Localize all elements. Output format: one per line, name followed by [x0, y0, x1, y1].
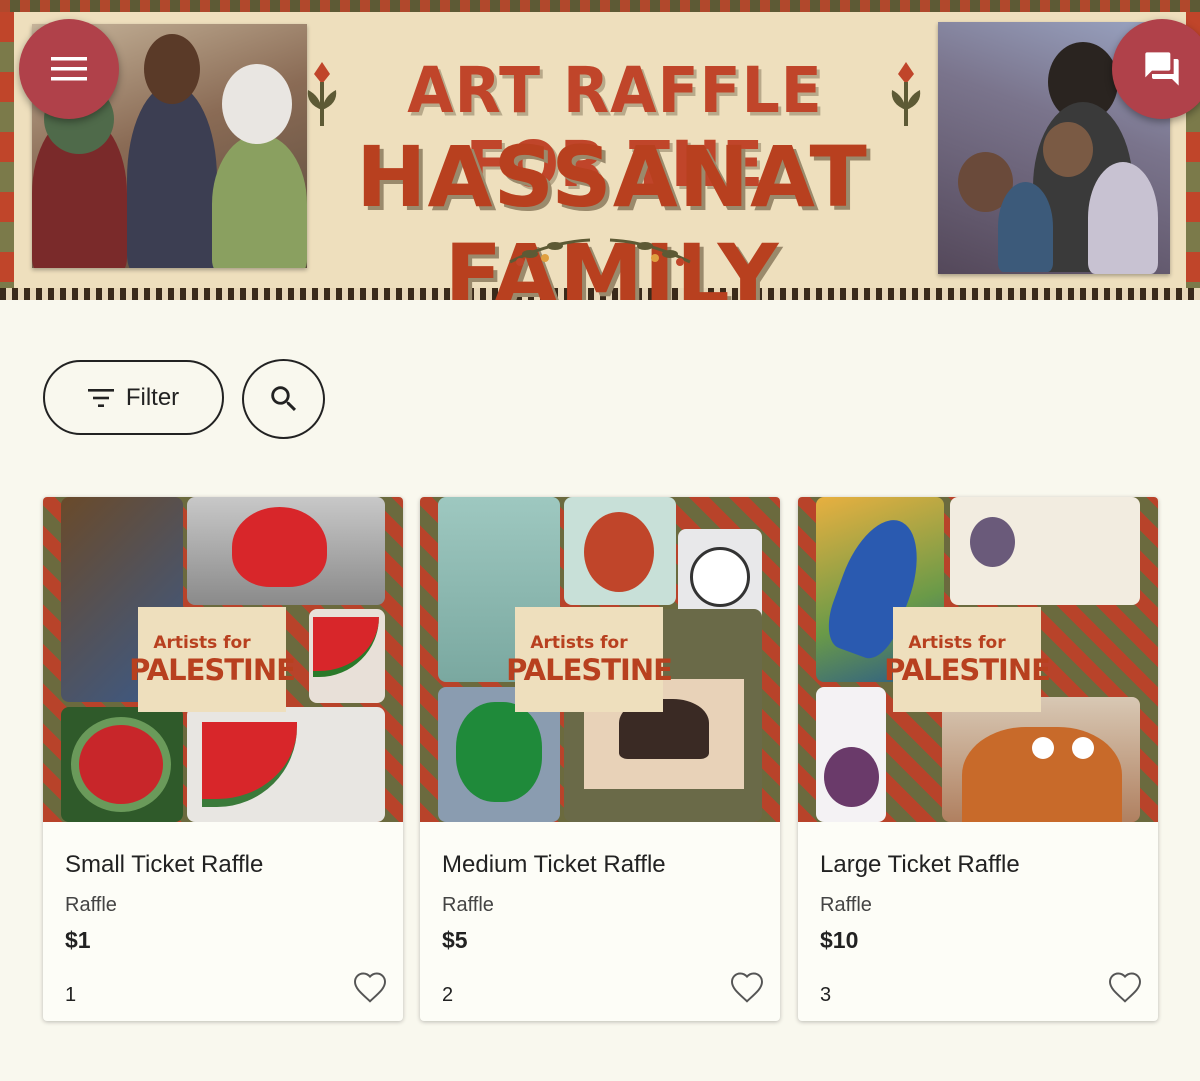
product-name: Small Ticket Raffle [65, 851, 264, 878]
product-image: Artists for PALESTINE [43, 497, 403, 822]
forum-icon [1145, 52, 1179, 86]
product-name: Large Ticket Raffle [820, 851, 1020, 878]
filter-label: Filter [125, 383, 180, 411]
product-card-medium-ticket[interactable]: Artists for PALESTINE Medium Ticket Raff… [420, 497, 780, 1021]
tulip-icon [891, 62, 921, 126]
sprig-icon [509, 238, 691, 266]
favorite-heart-icon[interactable] [352, 970, 388, 1004]
filter-button[interactable]: Filter [43, 360, 224, 435]
favorite-heart-icon[interactable] [729, 970, 765, 1004]
favorite-heart-icon[interactable] [1107, 970, 1143, 1004]
tulip-icon [307, 62, 337, 126]
product-number: 2 [442, 984, 454, 1006]
product-number: 1 [65, 984, 77, 1006]
product-price: $10 [820, 927, 859, 953]
artists-for-palestine-logo: Artists for PALESTINE [129, 607, 296, 712]
banner-pattern-top [0, 0, 1200, 12]
product-card-small-ticket[interactable]: Artists for PALESTINE Small Ticket Raffl… [43, 497, 403, 1021]
artists-for-palestine-logo: Artists for PALESTINE [884, 607, 1051, 712]
artists-for-palestine-logo: Artists for PALESTINE [506, 607, 673, 712]
product-price: $5 [442, 927, 468, 953]
search-button[interactable] [242, 359, 325, 439]
product-price: $1 [65, 927, 91, 953]
product-number: 3 [820, 984, 832, 1006]
search-icon [270, 386, 296, 412]
banner-border-left [0, 12, 14, 288]
header-banner: ART RAFFLE FOR THE HASSANAT FAMILY [0, 0, 1200, 300]
menu-button[interactable] [19, 19, 119, 119]
menu-icon [51, 57, 87, 81]
filter-list-icon [87, 388, 114, 407]
product-type: Raffle [820, 894, 872, 916]
product-image: Artists for PALESTINE [420, 497, 780, 822]
product-card-large-ticket[interactable]: Artists for PALESTINE Large Ticket Raffl… [798, 497, 1158, 1021]
banner-title-line2: HASSANAT FAMILY [356, 128, 868, 300]
product-type: Raffle [442, 894, 494, 916]
product-name: Medium Ticket Raffle [442, 851, 666, 878]
product-image: Artists for PALESTINE [798, 497, 1158, 822]
product-type: Raffle [65, 894, 117, 916]
